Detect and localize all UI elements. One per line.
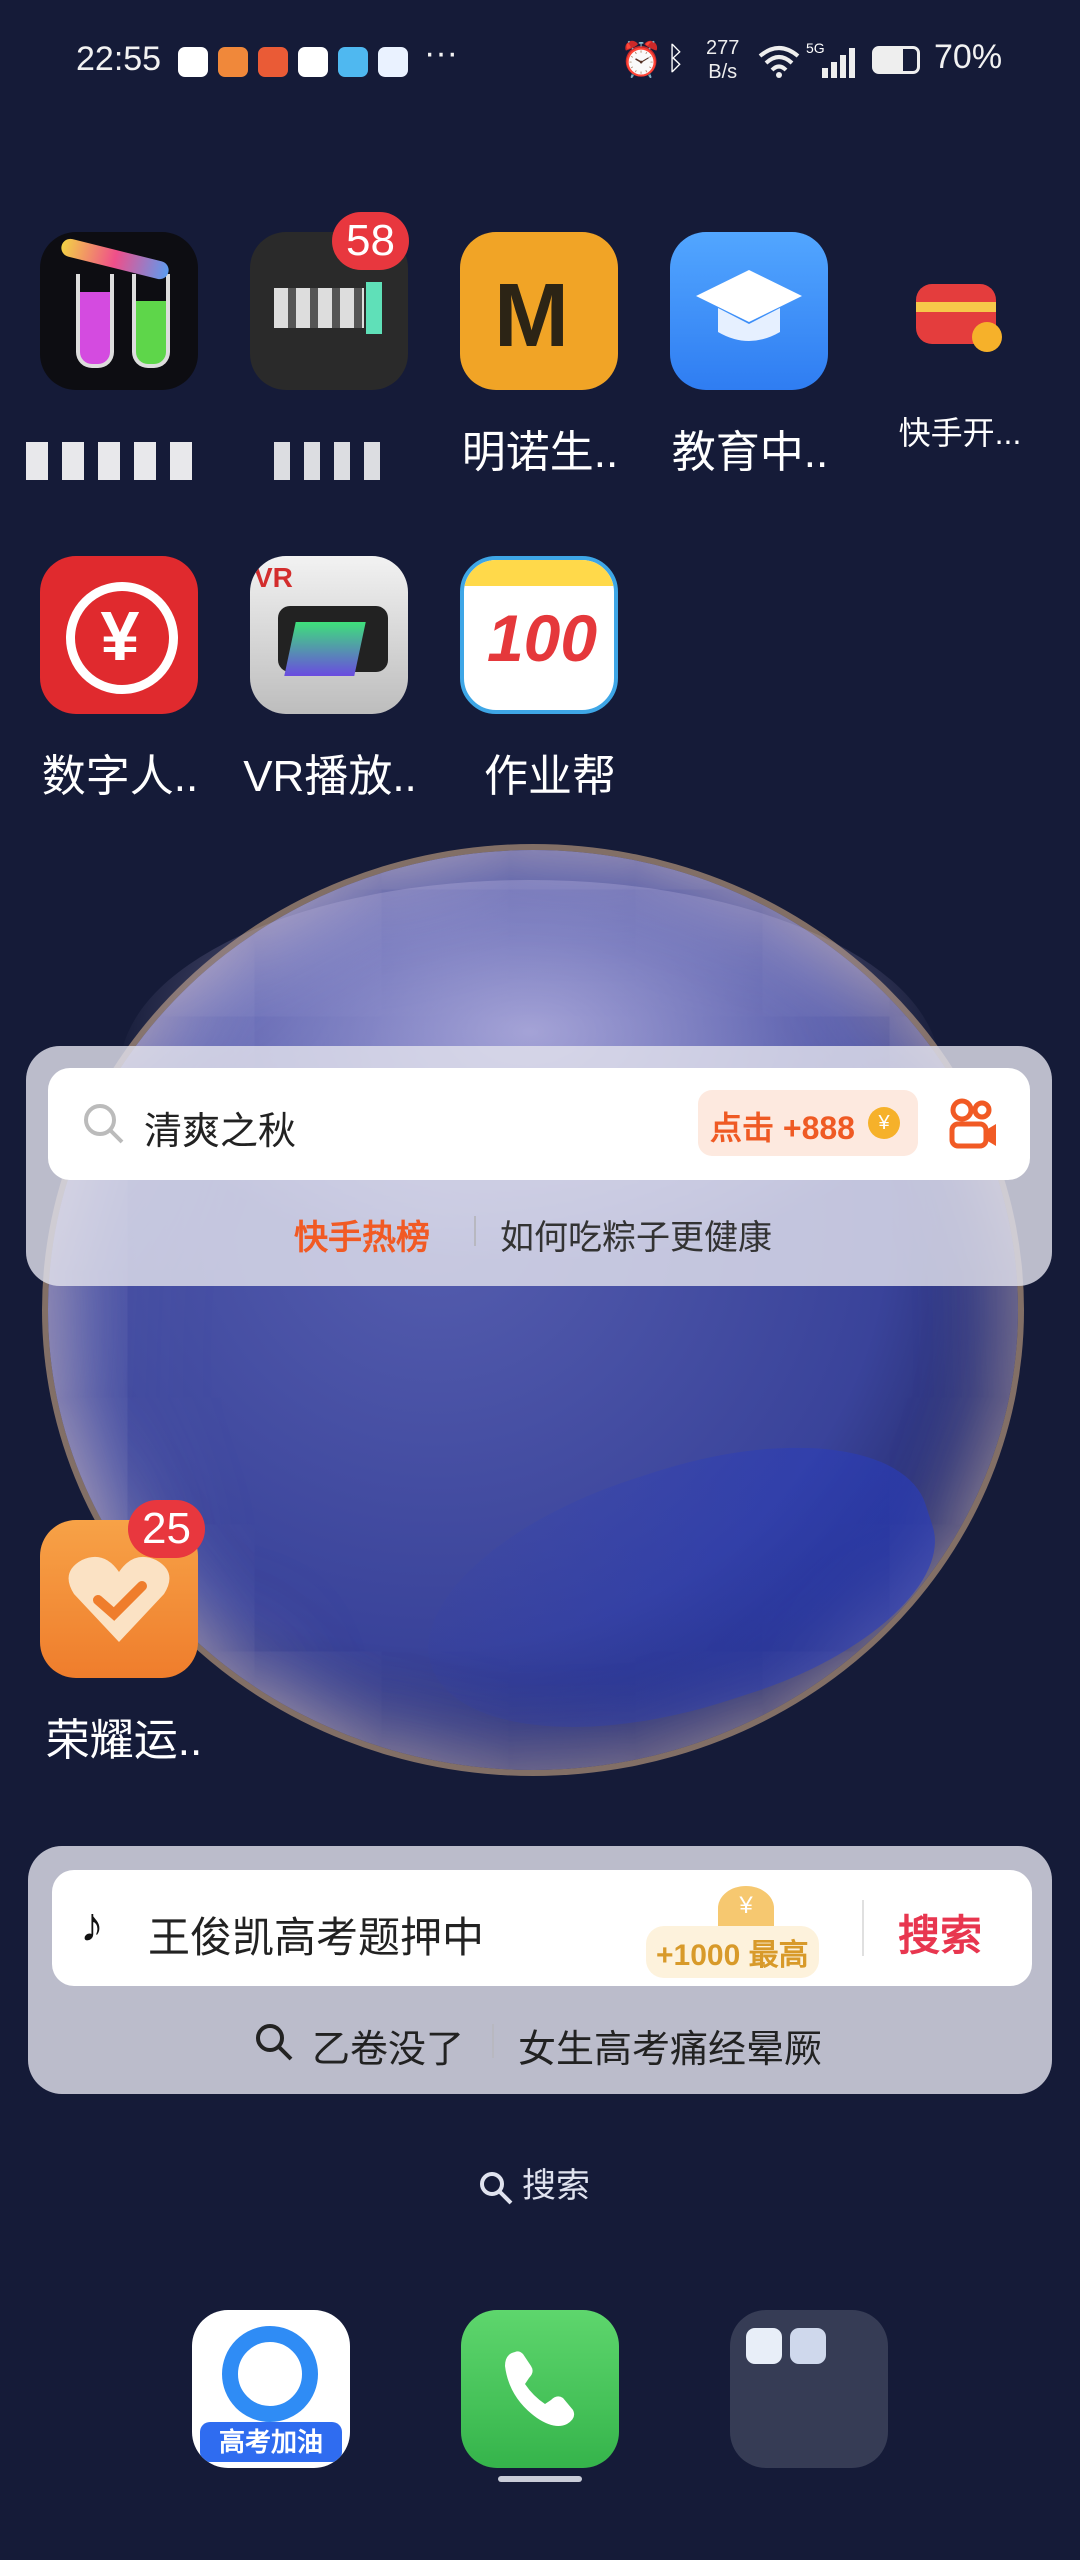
app-notification-icon: [218, 47, 248, 77]
notification-badge: 58: [332, 212, 409, 270]
search-icon: [84, 1104, 124, 1144]
camera-icon: [790, 2328, 826, 2364]
app-zuoyebang[interactable]: 100 作业帮: [460, 556, 620, 801]
divider: [862, 1900, 864, 1956]
alarm-icon: ⏰: [620, 41, 663, 79]
douyin-search-widget: ♪ 王俊凯高考题押中 ¥ +1000 最高 搜索 乙卷没了 女生高考痛经晕厥: [28, 1846, 1052, 2094]
kuaishou-search-widget: 清爽之秋 点击 +888 ¥ 快手热榜 如何吃粽子更健康: [26, 1046, 1052, 1286]
water-sort-icon: [40, 232, 198, 390]
app-label: 荣耀运..: [45, 1716, 203, 1765]
dock-app-phone[interactable]: [461, 2310, 619, 2468]
battery-icon: [872, 46, 920, 74]
kuaishou-search-bar[interactable]: 清爽之秋 点击 +888 ¥: [48, 1068, 1030, 1180]
battery-percent: 70%: [934, 38, 1003, 76]
notification-badge: 25: [128, 1500, 205, 1558]
app-vr-player[interactable]: VR VR播放..: [243, 556, 417, 801]
wifi-icon: [758, 46, 800, 78]
search-icon: [480, 2172, 513, 2205]
phone-icon: [505, 2351, 575, 2426]
promo-label: 点击 +888: [710, 1110, 855, 1146]
kuaishou-gift-icon: [916, 284, 1002, 352]
hot-list-title[interactable]: 快手热榜: [294, 1210, 430, 1259]
dock-app-browser[interactable]: 高考加油: [192, 2310, 350, 2468]
network-speed: 277 B/s: [706, 37, 740, 83]
app-water-sort[interactable]: [26, 232, 206, 480]
app-label: 数字人..: [41, 752, 199, 801]
folder-app-icon: [746, 2328, 782, 2364]
app-label-blurred: [274, 442, 394, 480]
more-notifications-icon: ···: [424, 34, 458, 72]
coin-icon: ¥: [868, 1107, 900, 1139]
app-honor-health[interactable]: 25 荣耀运..: [40, 1500, 205, 1765]
app-label: VR播放..: [243, 752, 417, 801]
app-notification-icon: [338, 47, 368, 77]
app-mingnuo[interactable]: M 明诺生..: [460, 232, 620, 477]
app-education[interactable]: 教育中..: [670, 232, 830, 477]
cell-signal-icon: [822, 48, 855, 78]
clock: 22:55: [76, 40, 162, 78]
divider: [474, 1216, 476, 1246]
kuaishou-logo-icon[interactable]: [944, 1096, 1000, 1152]
mingnuo-icon: M: [460, 232, 618, 390]
promo-button[interactable]: 点击 +888 ¥: [698, 1090, 918, 1156]
coin-icon: ¥: [718, 1886, 774, 1930]
status-bar: 22:55 ··· ⏰ ᛒ 277 B/s 5G 70%: [0, 0, 1080, 120]
home-indicator[interactable]: [498, 2476, 582, 2482]
wechat-icon: [298, 47, 328, 77]
app-notification-icon: [378, 47, 408, 77]
app-digital-rmb[interactable]: ¥ 数字人..: [40, 556, 200, 801]
nfc-icon: [178, 47, 208, 77]
education-cap-icon: [670, 232, 828, 390]
home-search-label: 搜索: [522, 2167, 590, 2205]
divider: [492, 2024, 494, 2058]
app-notification-icon: [258, 47, 288, 77]
digital-rmb-icon: ¥: [40, 556, 198, 714]
app-label: 教育中..: [671, 428, 829, 477]
browser-logo-icon: [222, 2326, 318, 2422]
search-query: 王俊凯高考题押中: [148, 1914, 485, 1961]
app-label: 快手开...: [898, 415, 1022, 451]
app-label-blurred: [26, 442, 206, 480]
dock-folder[interactable]: [730, 2310, 888, 2468]
douyin-logo-icon: ♪: [80, 1899, 104, 1952]
hot-list-item[interactable]: 如何吃粽子更健康: [500, 1210, 772, 1259]
app-label: 明诺生..: [461, 428, 619, 477]
search-icon: [256, 2024, 293, 2061]
reward-label[interactable]: +1000 最高: [646, 1926, 819, 1978]
suggestion-item[interactable]: 乙卷没了: [312, 2018, 464, 2073]
suggestion-item[interactable]: 女生高考痛经晕厥: [518, 2018, 822, 2073]
app-caption: 高考加油: [200, 2422, 342, 2462]
home-search-button[interactable]: 搜索: [478, 2158, 590, 2207]
zuoyebang-icon: 100: [460, 556, 618, 714]
vr-player-icon: VR: [250, 556, 408, 714]
search-button[interactable]: 搜索: [898, 1902, 982, 1963]
bluetooth-icon: ᛒ: [666, 40, 686, 76]
app-label: 作业帮: [484, 752, 616, 801]
search-query: 清爽之秋: [144, 1111, 297, 1153]
app-blurred[interactable]: 58: [250, 212, 410, 480]
douyin-search-bar[interactable]: ♪ 王俊凯高考题押中 ¥ +1000 最高 搜索: [52, 1870, 1032, 1986]
